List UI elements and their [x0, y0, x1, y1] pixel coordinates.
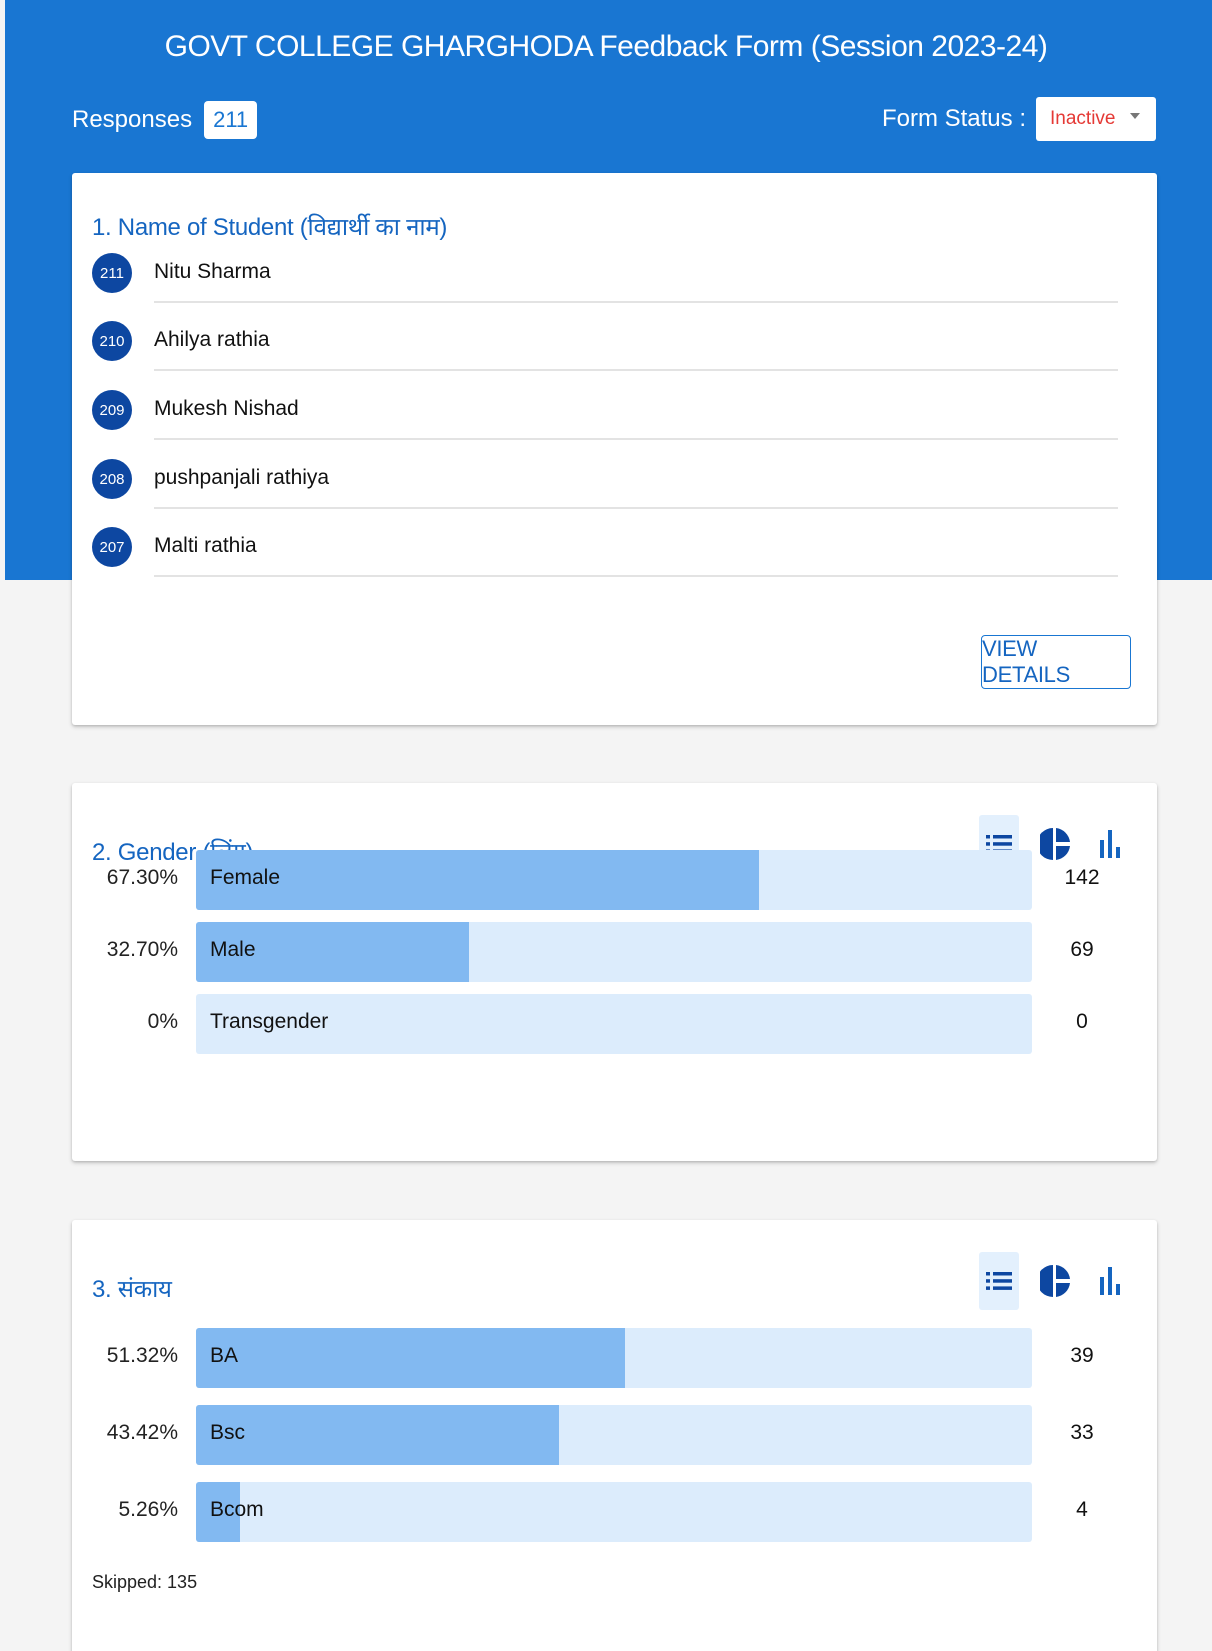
option-label: Bcom [210, 1498, 264, 1521]
option-count: 142 [1064, 866, 1100, 889]
responses-label: Responses [72, 106, 193, 133]
response-number-badge: 211 [92, 253, 132, 293]
list-item: 210 Ahilya rathia [92, 316, 1118, 372]
table-row: 43.42% Bsc 33 [72, 1405, 1157, 1465]
bar-view-button[interactable] [1091, 1252, 1131, 1310]
option-percent: 32.70% [106, 938, 178, 961]
table-row: 0% Transgender 0 [72, 994, 1157, 1054]
list-item: 207 Malti rathia [92, 522, 1118, 578]
option-bar-track: Male [196, 922, 1032, 982]
option-bar-track: Female [196, 850, 1032, 910]
question-card-student-name: 1. Name of Student (विद्यार्थी का नाम) 2… [72, 173, 1157, 725]
divider [154, 369, 1118, 371]
option-percent: 0% [147, 1010, 178, 1033]
option-bar-track: Bcom [196, 1482, 1032, 1542]
option-label: Transgender [210, 1010, 329, 1033]
option-percent: 43.42% [106, 1421, 178, 1444]
table-row: 51.32% BA 39 [72, 1328, 1157, 1388]
form-status-label: Form Status : [881, 105, 1026, 132]
option-bar-track: Transgender [196, 994, 1032, 1054]
student-name: pushpanjali rathiya [154, 466, 330, 489]
option-label: Female [210, 866, 281, 889]
response-number-badge: 210 [92, 321, 132, 361]
question-card-gender: 2. Gender (लिंग) 67.30% Female 142 32.70… [72, 783, 1157, 1161]
divider [154, 438, 1118, 440]
student-name: Malti rathia [154, 534, 257, 557]
response-number-badge: 208 [92, 459, 132, 499]
option-label: BA [210, 1344, 239, 1367]
form-status: Form Status : Inactive [882, 97, 1156, 141]
form-status-select[interactable]: Inactive [1036, 97, 1156, 141]
list-item: 208 pushpanjali rathiya [92, 454, 1118, 510]
option-bar-track: Bsc [196, 1405, 1032, 1465]
table-row: 32.70% Male 69 [72, 922, 1157, 982]
option-count: 0 [1076, 1010, 1088, 1033]
response-number-badge: 207 [92, 527, 132, 567]
option-label: Bsc [210, 1421, 246, 1444]
pie-view-button[interactable] [1035, 1252, 1075, 1310]
student-name: Nitu Sharma [154, 260, 271, 283]
divider [154, 575, 1118, 577]
student-name: Ahilya rathia [154, 328, 270, 351]
chevron-down-icon [1130, 113, 1140, 119]
option-bar-fill [196, 1328, 626, 1388]
form-status-value: Inactive [1050, 108, 1116, 129]
question-title: 1. Name of Student (विद्यार्थी का नाम) [92, 214, 448, 241]
divider [154, 507, 1118, 509]
option-percent: 51.32% [106, 1344, 178, 1367]
skipped-count: Skipped: 135 [92, 1572, 198, 1592]
option-bar-track: BA [196, 1328, 1032, 1388]
option-count: 69 [1070, 938, 1094, 961]
table-row: 5.26% Bcom 4 [72, 1482, 1157, 1542]
option-bar-fill [196, 850, 759, 910]
option-count: 39 [1070, 1344, 1094, 1367]
responses-summary: Responses 211 [72, 98, 258, 142]
option-count: 4 [1076, 1498, 1088, 1521]
option-label: Male [210, 938, 256, 961]
divider [154, 301, 1118, 303]
student-name: Mukesh Nishad [154, 397, 299, 420]
page-title: GOVT COLLEGE GHARGHODA Feedback Form (Se… [164, 30, 1048, 63]
list-item: 209 Mukesh Nishad [92, 385, 1118, 441]
list-item: 211 Nitu Sharma [92, 248, 1118, 304]
table-row: 67.30% Female 142 [72, 850, 1157, 910]
view-details-button[interactable]: VIEW DETAILS [981, 635, 1131, 689]
list-view-icon [986, 1272, 1012, 1290]
list-view-button[interactable] [979, 1252, 1019, 1310]
pie-chart-icon [1040, 1265, 1070, 1297]
responses-count-badge: 211 [204, 101, 258, 139]
option-percent: 5.26% [118, 1498, 178, 1521]
option-percent: 67.30% [106, 866, 178, 889]
question-card-faculty: 3. संकाय 51.32% BA 39 43.42% Bsc 33 5.26… [72, 1220, 1157, 1651]
question-title: 3. संकाय [92, 1276, 172, 1303]
view-toggle-group [963, 1252, 1131, 1310]
option-count: 33 [1070, 1421, 1094, 1444]
option-bar-fill [196, 1405, 559, 1465]
response-number-badge: 209 [92, 390, 132, 430]
bar-chart-icon [1100, 1267, 1120, 1295]
